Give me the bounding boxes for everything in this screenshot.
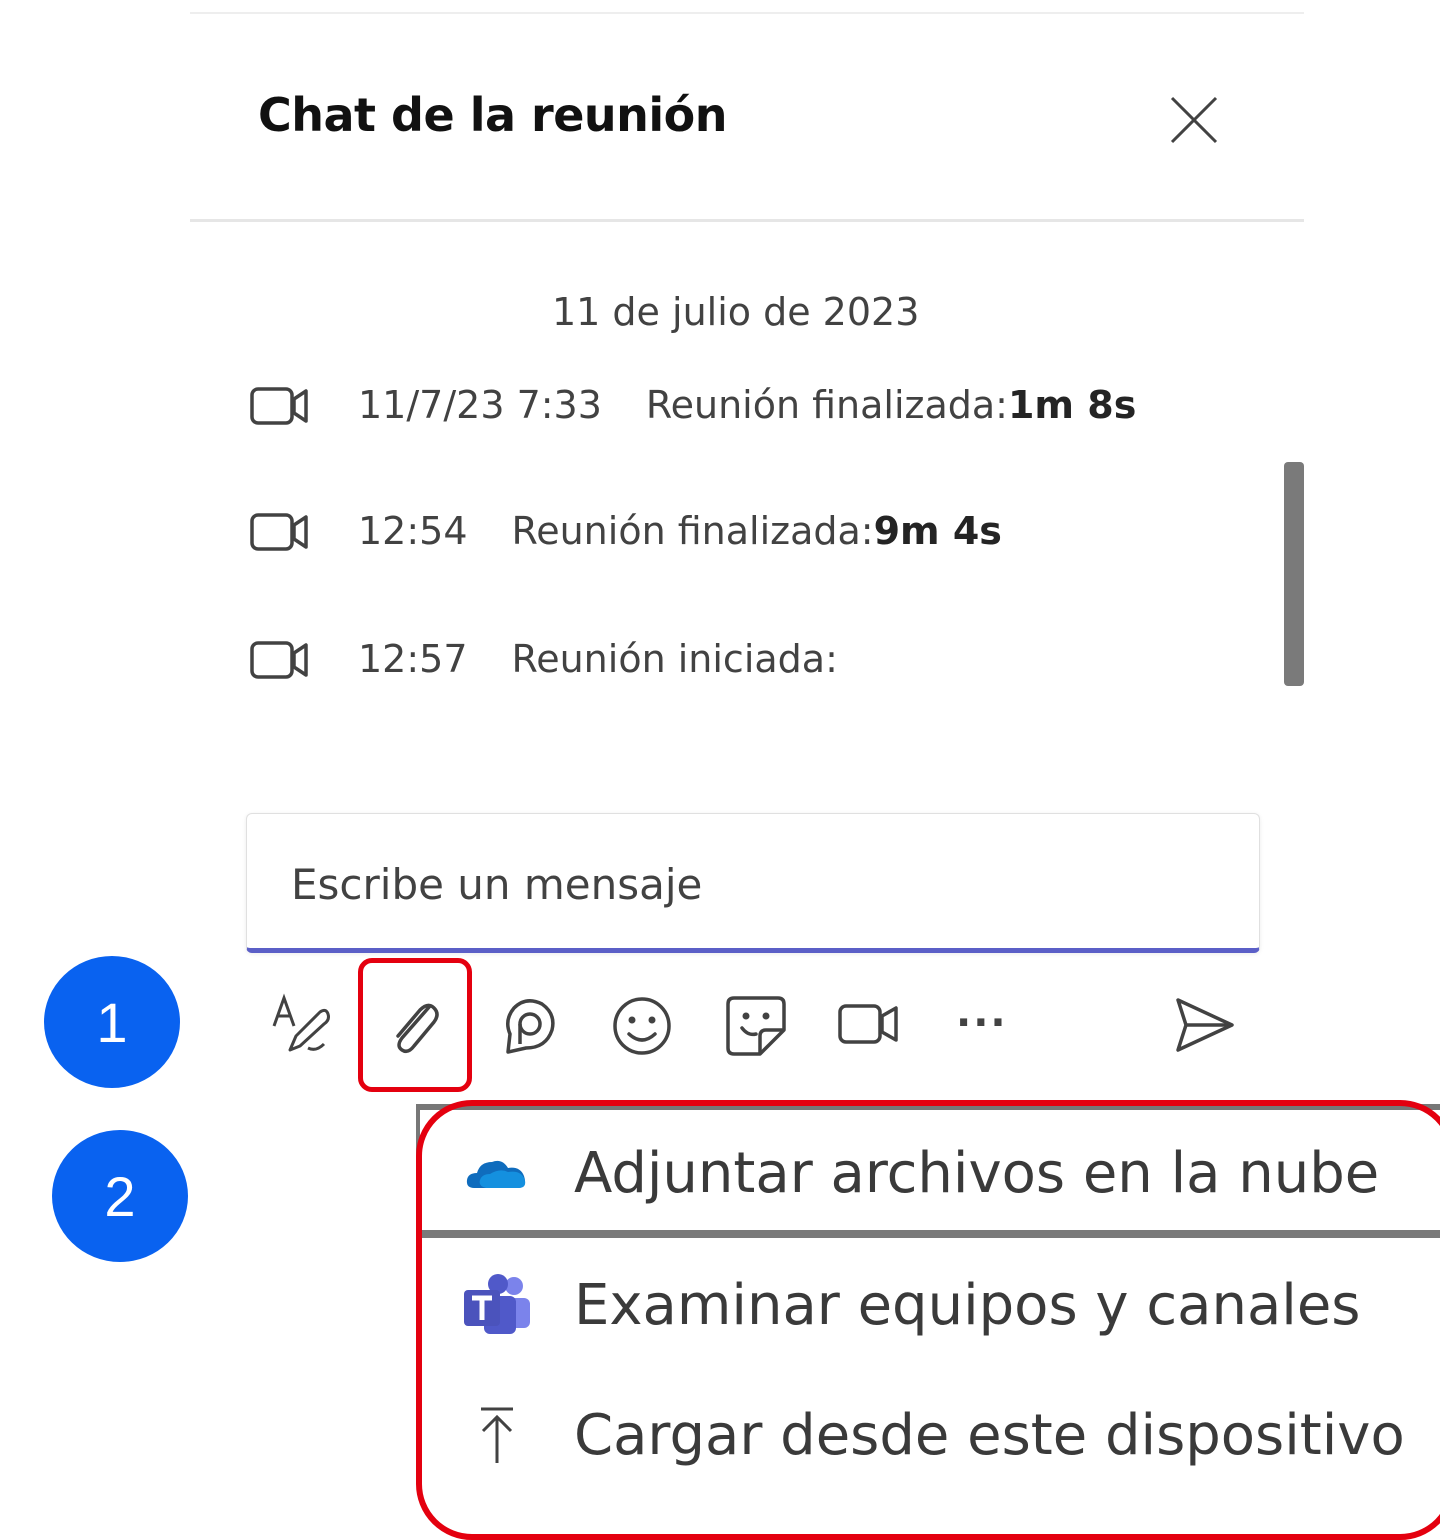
format-icon: [272, 993, 330, 1052]
loop-button[interactable]: [498, 994, 558, 1058]
event-time: 11/7/23 7:33: [358, 383, 602, 427]
event-text: Reunión finalizada:: [511, 509, 874, 553]
loop-icon: [506, 999, 555, 1054]
top-divider: [190, 12, 1304, 14]
step-badge-2: 2: [52, 1130, 188, 1262]
event-time: 12:57: [358, 637, 468, 681]
event-duration: 9m 4s: [873, 509, 1002, 553]
more-icon: ···: [956, 1000, 1008, 1046]
meet-now-icon: [838, 1004, 898, 1044]
header-divider: [190, 219, 1304, 222]
video-camera-icon: [250, 387, 308, 425]
attach-highlight-box: [358, 958, 472, 1092]
more-options-button[interactable]: ···: [956, 1000, 1008, 1046]
sticker-icon: [726, 996, 786, 1056]
emoji-button[interactable]: [610, 994, 674, 1058]
close-icon: [1170, 96, 1218, 144]
send-icon: [1176, 998, 1234, 1052]
message-input[interactable]: Escribe un mensaje: [246, 813, 1260, 953]
list-item: 11/7/23 7:33 Reunión finalizada: 1m 8s: [250, 380, 1136, 430]
event-time: 12:54: [358, 509, 468, 553]
scrollbar-thumb[interactable]: [1284, 462, 1304, 686]
list-item: 12:54 Reunión finalizada: 9m 4s: [250, 506, 1002, 556]
page-title: Chat de la reunión: [258, 88, 728, 142]
event-duration: 1m 8s: [1007, 383, 1137, 427]
message-placeholder: Escribe un mensaje: [291, 860, 703, 909]
video-camera-icon: [250, 641, 308, 679]
send-button[interactable]: [1174, 996, 1236, 1054]
emoji-icon: [613, 997, 671, 1055]
date-separator: 11 de julio de 2023: [552, 290, 920, 334]
event-text: Reunión finalizada:: [645, 383, 1008, 427]
meet-now-button[interactable]: [838, 1002, 900, 1046]
video-camera-icon: [250, 513, 308, 551]
attach-menu-highlight-box: [416, 1100, 1440, 1540]
close-button[interactable]: [1168, 94, 1220, 146]
format-button[interactable]: [268, 992, 332, 1056]
step-badge-1: 1: [44, 956, 180, 1088]
list-item: 12:57 Reunión iniciada:: [250, 634, 838, 684]
event-text: Reunión iniciada:: [511, 637, 838, 681]
sticker-button[interactable]: [724, 994, 788, 1058]
